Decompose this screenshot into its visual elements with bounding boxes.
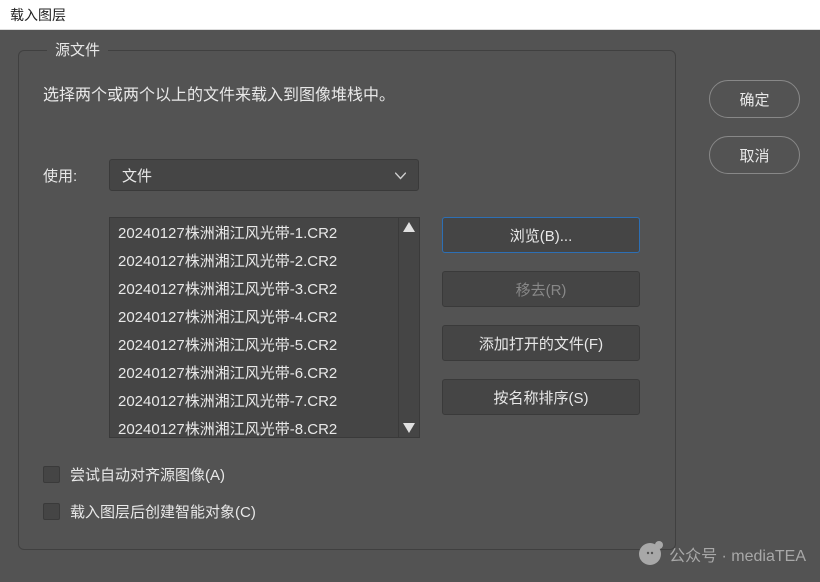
list-item[interactable]: 20240127株洲湘江风光带-2.CR2 — [110, 248, 398, 276]
window-title: 载入图层 — [10, 7, 66, 23]
listbox-scrollbar[interactable] — [398, 218, 419, 437]
file-listbox-wrap: 20240127株洲湘江风光带-1.CR2 20240127株洲湘江风光带-2.… — [109, 217, 420, 438]
remove-button[interactable]: 移去(R) — [442, 271, 640, 307]
smart-object-label: 载入图层后创建智能对象(C) — [70, 501, 256, 522]
sort-by-name-label: 按名称排序(S) — [494, 387, 589, 408]
watermark: 公众号 · mediaTEA — [639, 542, 806, 566]
source-files-fieldset: 源文件 选择两个或两个以上的文件来载入到图像堆栈中。 使用: 文件 202401… — [18, 50, 676, 550]
add-open-files-button[interactable]: 添加打开的文件(F) — [442, 325, 640, 361]
files-and-actions: 20240127株洲湘江风光带-1.CR2 20240127株洲湘江风光带-2.… — [43, 217, 651, 438]
use-select[interactable]: 文件 — [109, 159, 419, 191]
use-row: 使用: 文件 — [43, 159, 651, 191]
remove-button-label: 移去(R) — [516, 279, 567, 300]
list-item[interactable]: 20240127株洲湘江风光带-6.CR2 — [110, 360, 398, 388]
file-listbox[interactable]: 20240127株洲湘江风光带-1.CR2 20240127株洲湘江风光带-2.… — [110, 218, 398, 437]
cancel-button[interactable]: 取消 — [709, 136, 800, 174]
list-item[interactable]: 20240127株洲湘江风光带-8.CR2 — [110, 416, 398, 437]
checkbox-group: 尝试自动对齐源图像(A) 载入图层后创建智能对象(C) — [43, 464, 651, 522]
auto-align-checkbox-row[interactable]: 尝试自动对齐源图像(A) — [43, 464, 651, 485]
wechat-icon — [639, 543, 661, 565]
list-item[interactable]: 20240127株洲湘江风光带-4.CR2 — [110, 304, 398, 332]
browse-button-label: 浏览(B)... — [510, 225, 573, 246]
auto-align-checkbox[interactable] — [43, 466, 60, 483]
scroll-down-icon[interactable] — [403, 423, 415, 433]
instruction-text: 选择两个或两个以上的文件来载入到图像堆栈中。 — [43, 81, 651, 105]
watermark-text: 公众号 · mediaTEA — [669, 542, 806, 566]
auto-align-label: 尝试自动对齐源图像(A) — [70, 464, 225, 485]
fieldset-legend: 源文件 — [47, 39, 108, 60]
sort-by-name-button[interactable]: 按名称排序(S) — [442, 379, 640, 415]
ok-button[interactable]: 确定 — [709, 80, 800, 118]
list-item[interactable]: 20240127株洲湘江风光带-5.CR2 — [110, 332, 398, 360]
smart-object-checkbox[interactable] — [43, 503, 60, 520]
browse-button[interactable]: 浏览(B)... — [442, 217, 640, 253]
scroll-up-icon[interactable] — [403, 222, 415, 232]
list-item[interactable]: 20240127株洲湘江风光带-1.CR2 — [110, 220, 398, 248]
list-item[interactable]: 20240127株洲湘江风光带-3.CR2 — [110, 276, 398, 304]
window-titlebar: 载入图层 — [0, 0, 820, 30]
add-open-files-label: 添加打开的文件(F) — [479, 333, 603, 354]
ok-button-label: 确定 — [739, 89, 769, 110]
list-item[interactable]: 20240127株洲湘江风光带-7.CR2 — [110, 388, 398, 416]
smart-object-checkbox-row[interactable]: 载入图层后创建智能对象(C) — [43, 501, 651, 522]
file-action-buttons: 浏览(B)... 移去(R) 添加打开的文件(F) 按名称排序(S) — [442, 217, 640, 438]
cancel-button-label: 取消 — [739, 145, 769, 166]
chevron-down-icon — [395, 167, 406, 184]
dialog-side-buttons: 确定 取消 — [709, 80, 800, 174]
use-label: 使用: — [43, 165, 109, 186]
use-select-value: 文件 — [122, 165, 152, 186]
dialog-content: 源文件 选择两个或两个以上的文件来载入到图像堆栈中。 使用: 文件 202401… — [0, 30, 820, 582]
